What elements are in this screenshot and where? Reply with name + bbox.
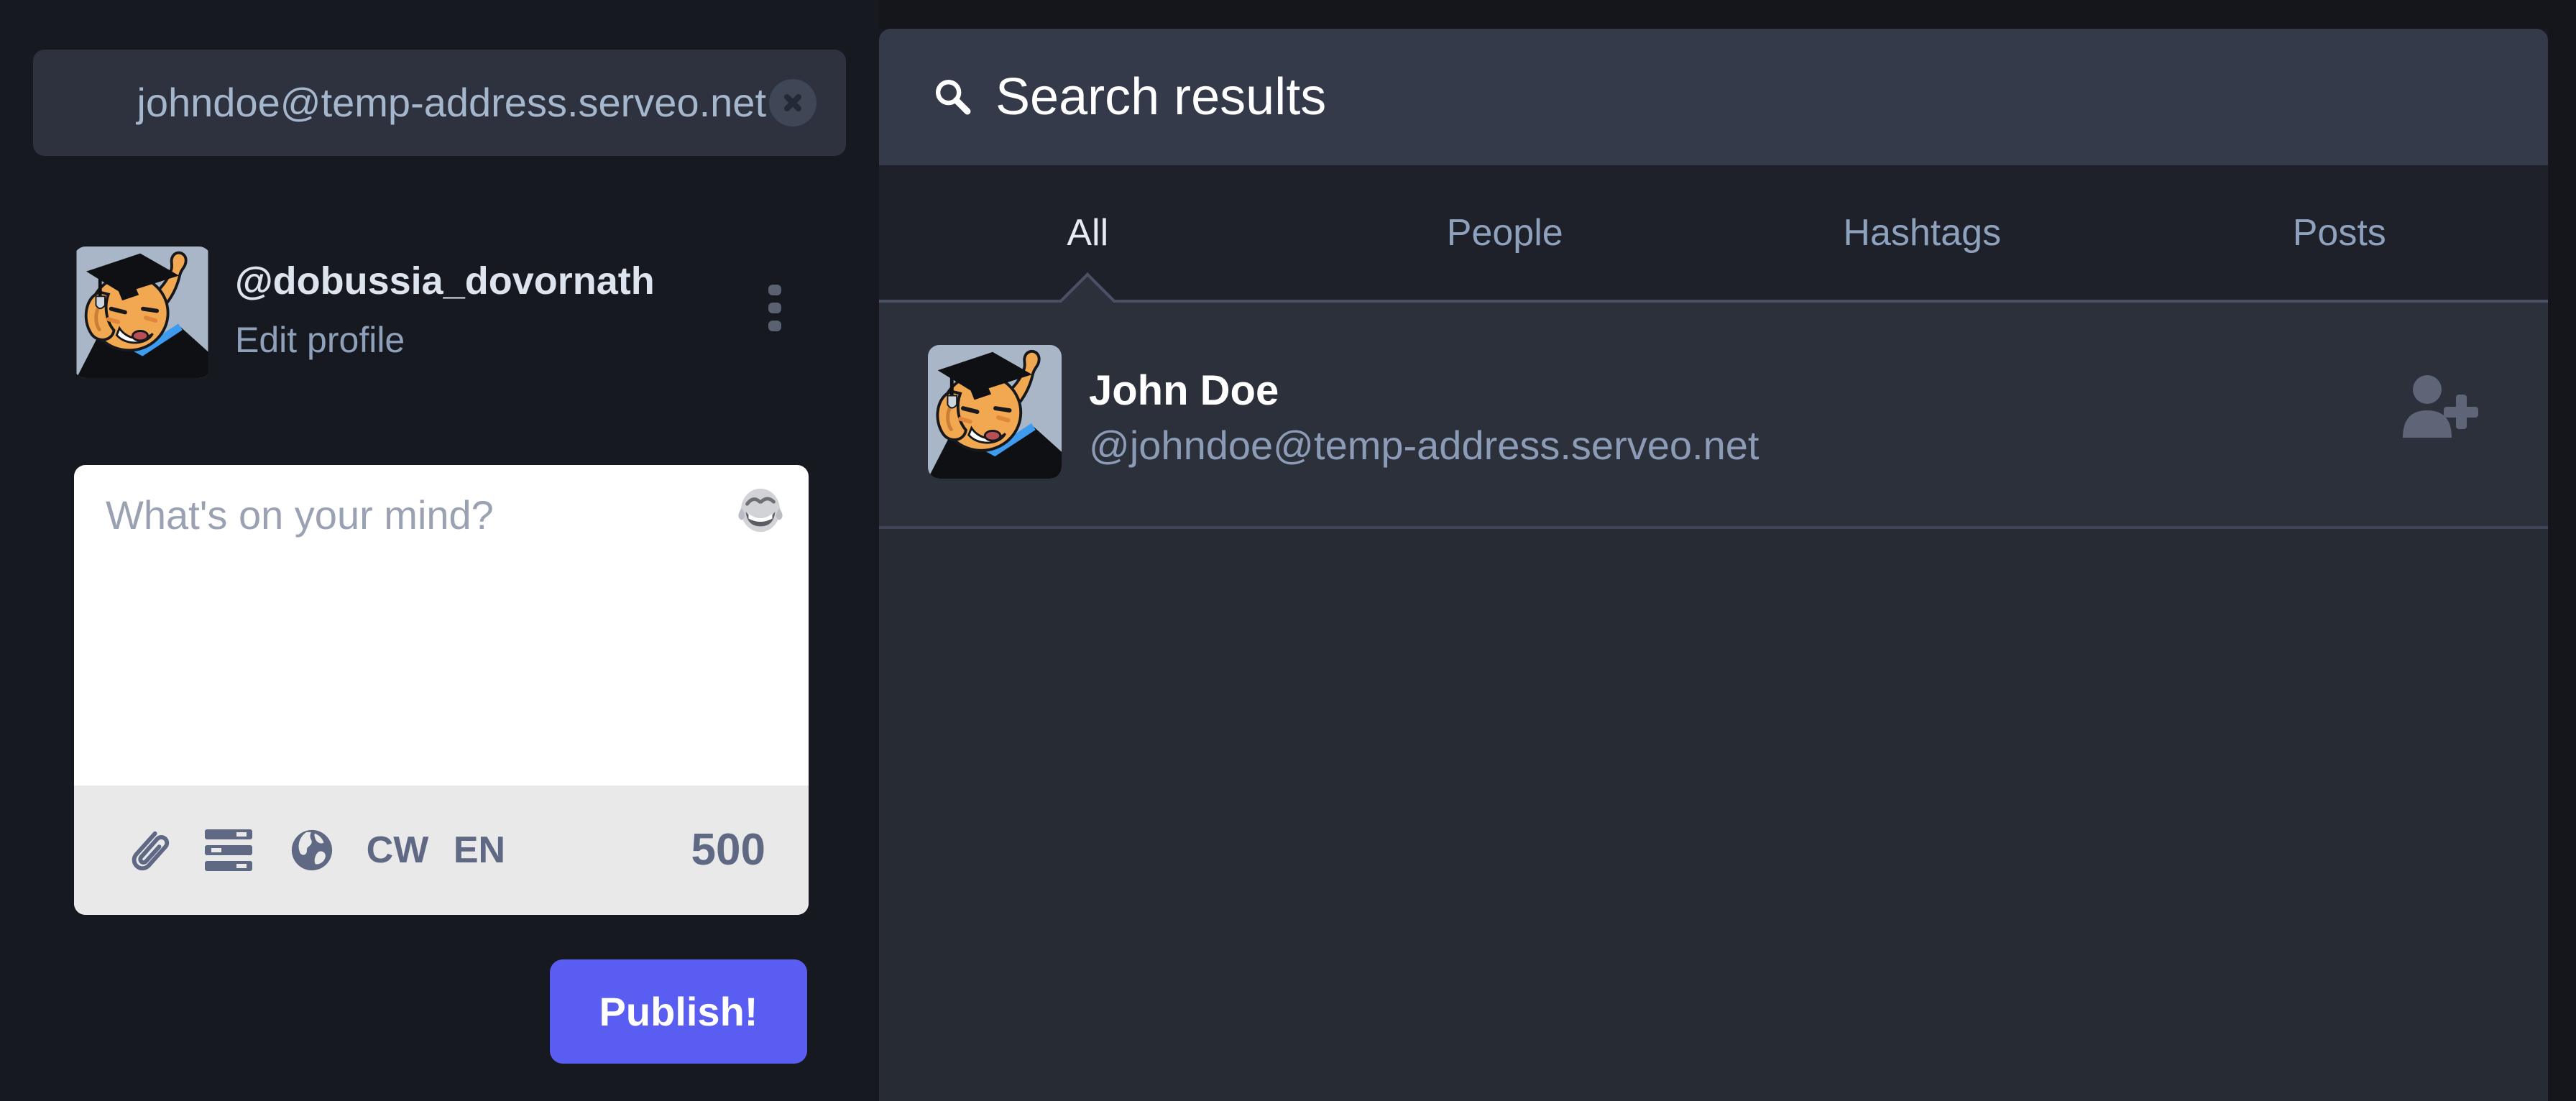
globe-icon	[290, 828, 334, 872]
search-input-clip: johndoe@temp-address.serveo.net	[75, 50, 766, 156]
kebab-vertical-icon	[768, 303, 781, 313]
add-poll-button[interactable]	[204, 829, 253, 872]
result-display-name: John Doe	[1089, 367, 1279, 414]
content-warning-button[interactable]: CW	[367, 829, 429, 872]
search-results-header: Search results	[879, 29, 2548, 165]
tab-people[interactable]: People	[1297, 165, 1714, 300]
poll-icon	[205, 829, 252, 871]
emoji-picker-button[interactable]	[735, 485, 786, 535]
compose-column: johndoe@temp-address.serveo.net @dobussi…	[0, 0, 879, 1101]
tab-hashtags[interactable]: Hashtags	[1714, 165, 2131, 300]
elephant-avatar-image	[74, 247, 211, 378]
compose-textarea[interactable]: What's on your mind?	[74, 465, 809, 786]
result-avatar	[928, 345, 1062, 479]
compose-toolbar: CW EN 500	[74, 786, 809, 915]
profile-handle-link[interactable]: @dobussia_dovornath	[235, 259, 655, 303]
joy-emoji-icon	[735, 485, 786, 535]
paperclip-icon	[126, 826, 170, 874]
mastodon-app: johndoe@temp-address.serveo.net @dobussi…	[0, 0, 2576, 1101]
x-circle-icon	[780, 90, 806, 116]
search-icon	[932, 76, 974, 118]
language-button[interactable]: EN	[454, 829, 505, 872]
result-handle: @johndoe@temp-address.serveo.net	[1089, 423, 1760, 468]
panel-top-strip	[879, 0, 2548, 29]
panel-title: Search results	[995, 68, 1327, 126]
privacy-button[interactable]	[289, 827, 335, 873]
kebab-vertical-icon	[768, 285, 781, 295]
right-gutter	[2548, 0, 2576, 1101]
search-tabs: All People Hashtags Posts	[879, 165, 2548, 300]
profile-menu-button[interactable]	[759, 285, 791, 335]
search-input[interactable]: johndoe@temp-address.serveo.net	[33, 50, 846, 156]
publish-button[interactable]: Publish!	[550, 959, 807, 1064]
tab-posts[interactable]: Posts	[2131, 165, 2549, 300]
kebab-vertical-icon	[768, 321, 781, 331]
edit-profile-link[interactable]: Edit profile	[235, 321, 405, 360]
follow-button[interactable]	[2398, 372, 2479, 441]
profile-avatar[interactable]	[74, 247, 211, 378]
character-count: 500	[691, 825, 765, 875]
compose-form: What's on your mind? CW EN 500	[74, 465, 809, 915]
attach-media-button[interactable]	[124, 825, 172, 875]
results-empty-area	[879, 529, 2548, 1101]
compose-placeholder: What's on your mind?	[106, 492, 494, 538]
elephant-avatar-image	[928, 345, 1062, 479]
clear-search-button[interactable]	[769, 79, 816, 126]
search-input-value: johndoe@temp-address.serveo.net	[137, 80, 766, 125]
person-add-icon	[2398, 372, 2479, 441]
search-result-row[interactable]: John Doe @johndoe@temp-address.serveo.ne…	[879, 303, 2548, 529]
search-results-panel: Search results All People Hashtags Posts…	[879, 0, 2548, 1101]
